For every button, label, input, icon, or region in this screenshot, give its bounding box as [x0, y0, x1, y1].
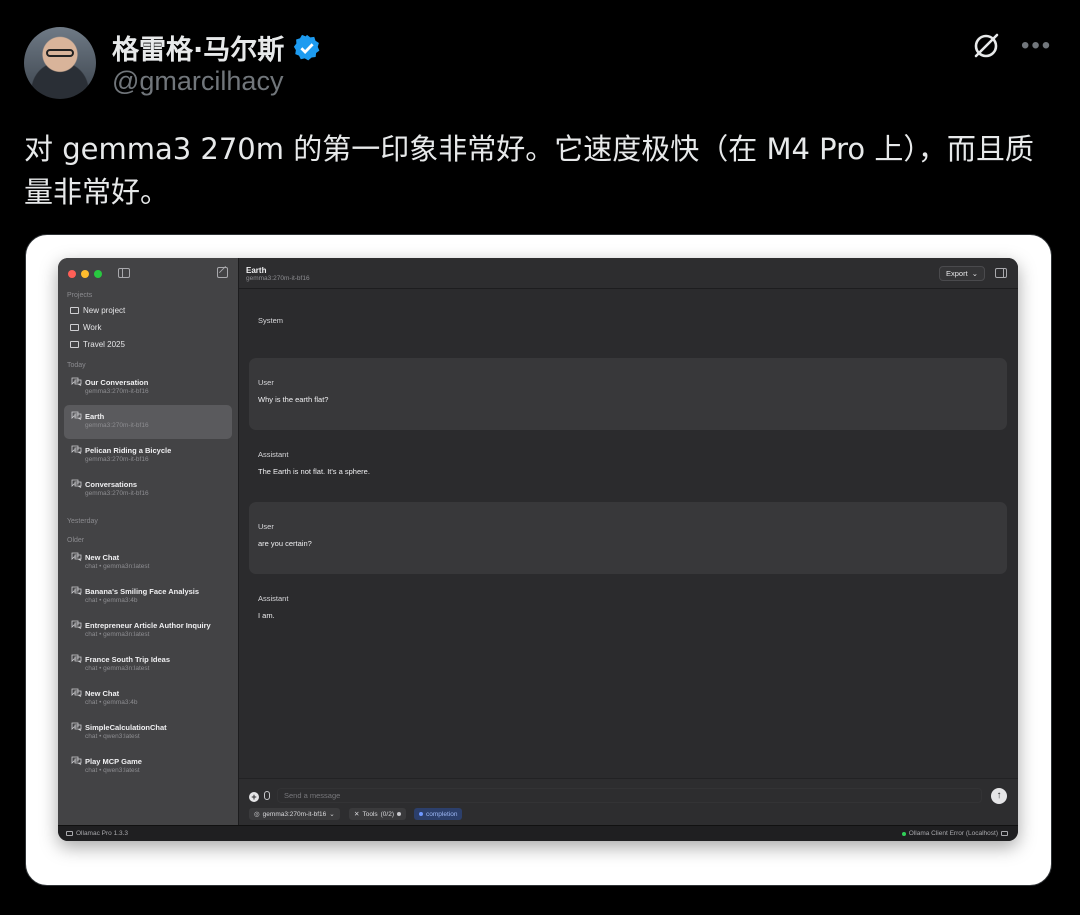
- conversation-item[interactable]: France South Trip Ideas chat • gemma3n:l…: [64, 648, 232, 682]
- chat-panel: Earth gemma3:270m-it-bf16 Export ⌄ Syste…: [239, 258, 1018, 825]
- chat-header: Earth gemma3:270m-it-bf16 Export ⌄: [239, 258, 1018, 289]
- add-attachment-icon[interactable]: +: [249, 792, 259, 802]
- project-work[interactable]: Work: [70, 323, 102, 332]
- message-input[interactable]: [277, 788, 982, 803]
- project-travel[interactable]: Travel 2025: [70, 340, 125, 349]
- send-button[interactable]: ↑: [991, 788, 1007, 804]
- app-window: Projects New project Work Travel 2025 To…: [58, 258, 1018, 841]
- conversation-item[interactable]: New Chat chat • gemma3n:latest: [64, 546, 232, 580]
- project-new[interactable]: New project: [70, 306, 125, 315]
- folder-plus-icon: [70, 307, 79, 314]
- conversation-item-active[interactable]: Earth gemma3:270m-it-bf16: [64, 405, 232, 439]
- model-selector[interactable]: ◎ gemma3:270m-it-bf16 ⌄: [249, 808, 340, 820]
- app-version: Ollamac Pro 1.3.3: [66, 830, 128, 837]
- verified-badge-icon: [294, 34, 320, 60]
- chat-bubble-icon: [71, 411, 82, 420]
- older-label: Older: [67, 537, 85, 544]
- inspector-toggle-icon[interactable]: [995, 268, 1007, 278]
- export-button[interactable]: Export ⌄: [939, 266, 985, 281]
- message-user: User are you certain?: [249, 502, 1007, 574]
- chat-bubble-icon: [71, 586, 82, 595]
- chat-model: gemma3:270m-it-bf16: [246, 275, 310, 282]
- message-assistant: Assistant The Earth is not flat. It's a …: [258, 450, 370, 476]
- completion-mode-chip[interactable]: completion: [414, 808, 463, 820]
- message-user: User Why is the earth flat?: [249, 358, 1007, 430]
- new-chat-icon[interactable]: [217, 267, 228, 278]
- minimize-window-button[interactable]: [81, 270, 89, 278]
- app-icon: [66, 831, 73, 836]
- chevron-down-icon: ⌄: [971, 269, 978, 278]
- chat-bubble-icon: [71, 479, 82, 488]
- close-window-button[interactable]: [68, 270, 76, 278]
- chat-bubble-icon: [71, 756, 82, 765]
- chat-bubble-icon: [71, 688, 82, 697]
- zoom-window-button[interactable]: [94, 270, 102, 278]
- sidebar: Projects New project Work Travel 2025 To…: [58, 258, 239, 825]
- chat-bubble-icon: [71, 445, 82, 454]
- conversation-item[interactable]: Conversations gemma3:270m-it-bf16: [64, 473, 232, 507]
- status-dot: [901, 831, 906, 836]
- grok-icon[interactable]: [970, 30, 1002, 62]
- connection-status[interactable]: Ollama Client Error (Localhost): [901, 830, 1008, 837]
- status-dot: [397, 812, 402, 816]
- chat-bubble-icon: [71, 552, 82, 561]
- conversation-item[interactable]: SimpleCalculationChat chat • qwen3:lates…: [64, 716, 232, 750]
- tweet-text: 对 gemma3 270m 的第一印象非常好。它速度极快（在 M4 Pro 上）…: [24, 132, 1034, 209]
- display-name-text: 格雷格·马尔斯: [112, 35, 285, 66]
- today-label: Today: [67, 362, 86, 369]
- message-assistant: Assistant I am.: [258, 594, 289, 620]
- chat-bubble-icon: [71, 654, 82, 663]
- avatar[interactable]: [24, 27, 96, 99]
- conversation-item[interactable]: New Chat chat • gemma3:4b: [64, 682, 232, 716]
- microphone-icon[interactable]: [264, 791, 270, 800]
- window-controls: [68, 270, 102, 278]
- folder-icon: [70, 341, 79, 348]
- handle[interactable]: @gmarcilhacy: [112, 66, 283, 97]
- chat-bubble-icon: [71, 620, 82, 629]
- conversation-item[interactable]: Entrepreneur Article Author Inquiry chat…: [64, 614, 232, 648]
- tools-button[interactable]: ✕ Tools (0/2): [349, 808, 407, 820]
- display-name[interactable]: 格雷格·马尔斯: [112, 28, 322, 67]
- sidebar-toggle-icon[interactable]: [118, 268, 130, 278]
- composer: + ↑ ◎ gemma3:270m-it-bf16 ⌄ ✕ Tools (0/2…: [239, 778, 1018, 825]
- chevron-down-icon: ⌄: [329, 811, 335, 818]
- chat-title: Earth: [246, 266, 267, 275]
- yesterday-label: Yesterday: [67, 518, 98, 525]
- more-options-icon[interactable]: •••: [1021, 32, 1052, 60]
- projects-label: Projects: [67, 292, 93, 299]
- conversation-item[interactable]: Banana's Smiling Face Analysis chat • ge…: [64, 580, 232, 614]
- chat-bubble-icon: [71, 722, 82, 731]
- conversation-item[interactable]: Play MCP Game chat • qwen3:latest: [64, 750, 232, 784]
- model-icon: ◎: [254, 811, 260, 818]
- conversation-item[interactable]: Our Conversation gemma3:270m-it-bf16: [64, 371, 232, 405]
- tools-icon: ✕: [354, 811, 360, 818]
- console-icon: [1001, 831, 1008, 836]
- conversation-item[interactable]: Pelican Riding a Bicycle gemma3:270m-it-…: [64, 439, 232, 473]
- mode-dot: [419, 812, 423, 816]
- folder-icon: [70, 324, 79, 331]
- status-bar: Ollamac Pro 1.3.3 Ollama Client Error (L…: [58, 825, 1018, 841]
- chat-bubble-icon: [71, 377, 82, 386]
